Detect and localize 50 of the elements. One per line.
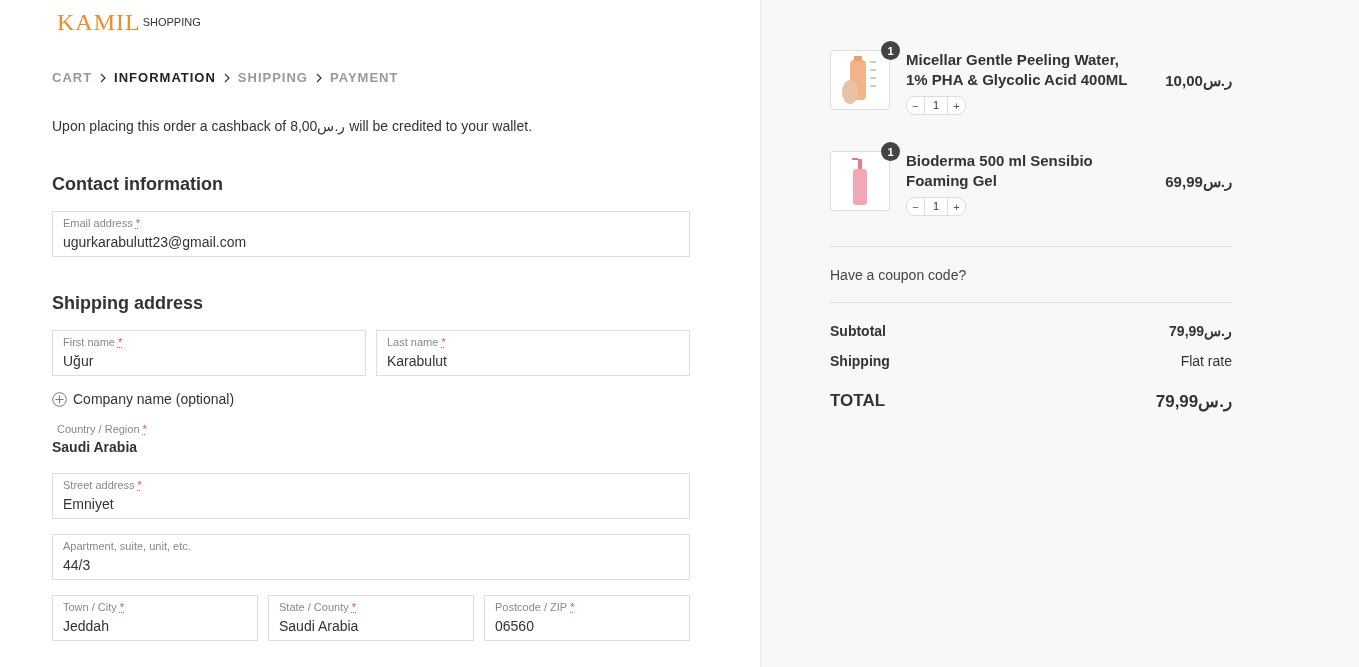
field-label: Email address * (63, 217, 141, 229)
section-heading: Contact information (52, 174, 224, 195)
field-label: Last name * (387, 336, 447, 348)
field-label: State / County * (279, 601, 357, 613)
chevron-icon (100, 72, 107, 83)
input-field[interactable]: Town / City * Jeddah (52, 595, 258, 641)
logo-brand: KAMIL (57, 10, 141, 34)
decrease-button[interactable]: − (907, 99, 924, 112)
product-price: 69,99ر.س (1165, 173, 1232, 191)
input-field[interactable]: First name * Uğur (52, 330, 366, 376)
breadcrumb-step[interactable]: INFORMATION (114, 70, 216, 85)
quantity-badge: 1 (881, 41, 900, 60)
input-field[interactable]: Apartment, suite, unit, etc. 44/3 (52, 534, 690, 580)
company-name-link[interactable]: Company name (optional) (73, 391, 235, 407)
shipping-value: Flat rate (1180, 353, 1232, 369)
input-field[interactable]: Postcode / ZIP * 06560 (484, 595, 690, 641)
increase-button[interactable]: + (948, 99, 965, 112)
quantity-value[interactable]: 1 (924, 198, 948, 215)
product-price: 10,00ر.س (1165, 72, 1232, 90)
subtotal-label: Subtotal (830, 323, 886, 339)
input-field[interactable]: Email address * ugurkarabulutt23@gmail.com (52, 211, 690, 257)
quantity-stepper[interactable]: − 1 + (906, 197, 966, 216)
subtotal-value: 79,99ر.س (1169, 323, 1232, 339)
plus-circle-icon (52, 391, 67, 407)
coupon-link[interactable]: Have a coupon code? (830, 267, 967, 283)
increase-button[interactable]: + (948, 200, 965, 213)
product-name: Bioderma 500 ml Sensibio Foaming Gel (906, 151, 1094, 191)
quantity-value[interactable]: 1 (924, 97, 948, 114)
shipping-label: Shipping (830, 353, 890, 369)
total-value: 79,99ر.س (1155, 391, 1232, 412)
field-label: Apartment, suite, unit, etc. (63, 540, 192, 552)
input-field[interactable]: Street address * Emniyet (52, 473, 690, 519)
quantity-badge: 1 (881, 142, 900, 161)
field-label: First name * (63, 336, 124, 348)
product-name: Micellar Gentle Peeling Water, 1% PHA & Glycolic Acid 400ML (906, 50, 1129, 90)
field-label: Postcode / ZIP * (495, 601, 576, 613)
section-heading: Shipping address (52, 293, 205, 314)
decrease-button[interactable]: − (907, 200, 924, 213)
cashback-notice: Upon placing this order a cashback of 8,00ر.س will be credited to your wallet. (52, 118, 534, 134)
field-label: Town / City * (63, 601, 126, 613)
country-value: Saudi Arabia (52, 439, 139, 455)
input-field[interactable]: State / County * Saudi Arabia (268, 595, 474, 641)
total-label: TOTAL (830, 391, 886, 412)
chevron-icon (316, 72, 322, 83)
field-label: Country / Region * (57, 423, 148, 435)
quantity-stepper[interactable]: − 1 + (906, 96, 966, 115)
chevron-icon (223, 72, 230, 83)
input-field[interactable]: Last name * Karabulut (376, 330, 690, 376)
field-label: Street address * (63, 479, 143, 491)
logo-tagline: SHOPPING (142, 16, 201, 28)
